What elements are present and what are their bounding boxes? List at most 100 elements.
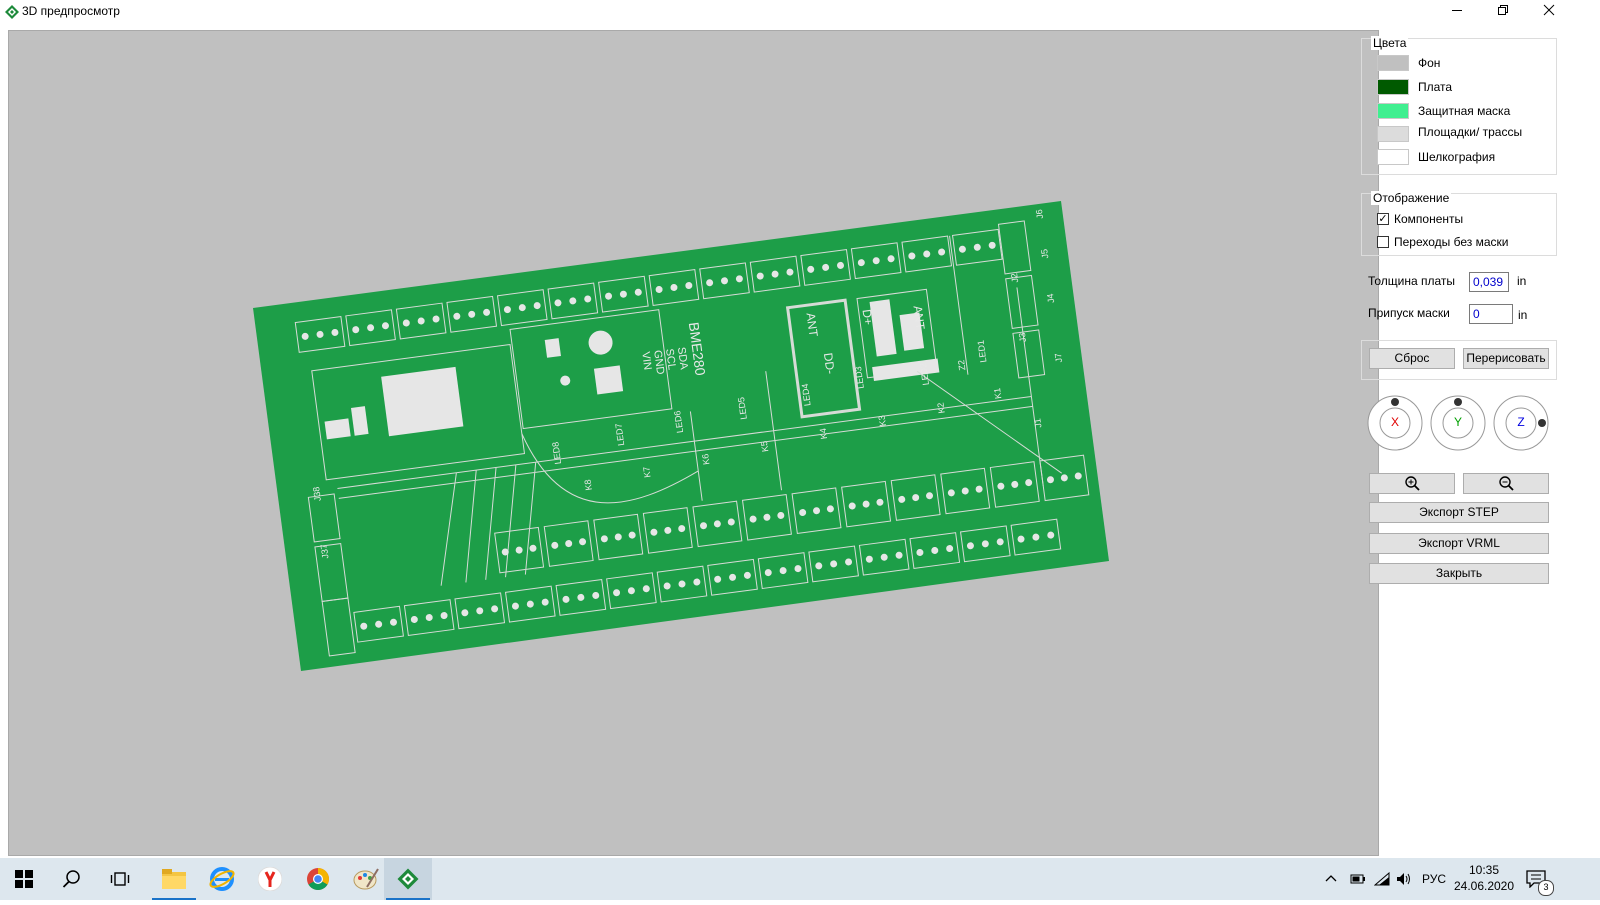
clock-date: 24.06.2020 bbox=[1453, 879, 1515, 893]
pcb-label: J2 bbox=[1009, 273, 1020, 284]
pcb-app-icon bbox=[397, 868, 419, 890]
taskbar-chrome[interactable] bbox=[294, 858, 342, 900]
task-view-icon bbox=[110, 872, 130, 886]
thickness-input[interactable]: 0,039 bbox=[1469, 272, 1509, 292]
taskbar-pcb-app[interactable] bbox=[384, 858, 432, 900]
pcb-label: J37 bbox=[319, 544, 331, 560]
swatch-board[interactable] bbox=[1377, 79, 1409, 95]
swatch-pads-traces-label: Площадки/ трассы bbox=[1418, 125, 1523, 139]
action-center-button[interactable]: 3 bbox=[1526, 858, 1554, 900]
taskbar-ie[interactable] bbox=[198, 858, 246, 900]
taskbar-yandex[interactable] bbox=[246, 858, 294, 900]
components-checkbox-label: Компоненты bbox=[1394, 212, 1464, 226]
components-checkbox[interactable]: ✓ bbox=[1377, 213, 1389, 225]
tray-volume[interactable] bbox=[1396, 858, 1414, 900]
folder-icon bbox=[162, 869, 186, 889]
pcb-label: K8 bbox=[582, 479, 593, 491]
wifi-icon bbox=[1373, 871, 1390, 886]
settings-panel: Цвета Фон Плата Защитная маска Площадки/… bbox=[1361, 23, 1600, 858]
pcb-label: D+ bbox=[860, 308, 876, 325]
pcb-label: J3 bbox=[1017, 332, 1028, 343]
search-icon bbox=[62, 870, 80, 888]
restore-icon bbox=[1498, 5, 1508, 15]
zoom-out-icon bbox=[1499, 476, 1514, 491]
colors-group: Цвета Фон Плата Защитная маска Площадки/… bbox=[1361, 36, 1557, 175]
pcb-label: K3 bbox=[877, 415, 888, 427]
reset-button[interactable]: Сброс bbox=[1369, 348, 1455, 369]
display-group: Отображение ✓ Компоненты Переходы без ма… bbox=[1361, 191, 1557, 256]
taskbar-paint[interactable] bbox=[342, 858, 390, 900]
restore-button[interactable] bbox=[1480, 0, 1526, 23]
clock[interactable]: 10:35 24.06.2020 bbox=[1449, 862, 1519, 894]
swatch-solder-mask-label: Защитная маска bbox=[1418, 104, 1511, 118]
mask-margin-input[interactable]: 0 bbox=[1469, 304, 1513, 324]
3d-viewport[interactable]: BME280 ANT ANT D+ DD- J38 J37 LED1 LED2 … bbox=[8, 30, 1379, 856]
speaker-icon bbox=[1397, 873, 1410, 885]
mcu-chip bbox=[381, 366, 464, 437]
swatch-silkscreen-label: Шелкография bbox=[1418, 150, 1496, 164]
minimize-button[interactable] bbox=[1434, 0, 1480, 23]
clock-time: 10:35 bbox=[1468, 863, 1500, 877]
taskbar: РУС 10:35 24.06.2020 3 bbox=[0, 858, 1600, 900]
pcb-label: J1 bbox=[1032, 418, 1043, 429]
chrome-icon bbox=[307, 868, 329, 890]
redraw-button[interactable]: Перерисовать bbox=[1463, 348, 1549, 369]
title-bar: 3D предпросмотр bbox=[0, 0, 1600, 23]
paint-palette-icon bbox=[353, 868, 379, 890]
close-window-button[interactable] bbox=[1526, 0, 1572, 23]
tray-network[interactable] bbox=[1373, 858, 1392, 900]
zoom-in-icon bbox=[1405, 476, 1420, 491]
pcb-label: J6 bbox=[1034, 209, 1045, 220]
export-step-button[interactable]: Экспорт STEP bbox=[1369, 502, 1549, 523]
pcb-label: VIN bbox=[639, 351, 653, 371]
swatch-silkscreen[interactable] bbox=[1377, 149, 1409, 165]
pcb-label: Z2 bbox=[956, 359, 967, 371]
rotate-z-label: Z bbox=[1517, 415, 1525, 429]
minimize-icon bbox=[1452, 10, 1462, 11]
swatch-background[interactable] bbox=[1377, 55, 1409, 71]
rotate-x-label: X bbox=[1390, 415, 1399, 429]
mask-margin-label: Припуск маски bbox=[1368, 306, 1450, 320]
close-button[interactable]: Закрыть bbox=[1369, 563, 1549, 584]
mask-margin-unit: in bbox=[1518, 308, 1528, 322]
windows-start-icon bbox=[15, 870, 33, 888]
rotate-x-control[interactable]: X bbox=[1367, 395, 1423, 451]
language-indicator[interactable]: РУС bbox=[1422, 858, 1448, 900]
task-view-button[interactable] bbox=[96, 858, 144, 900]
export-vrml-button[interactable]: Экспорт VRML bbox=[1369, 533, 1549, 554]
battery-icon bbox=[1350, 874, 1365, 884]
thickness-unit: in bbox=[1517, 274, 1527, 288]
thickness-label: Толщина платы bbox=[1368, 274, 1456, 288]
swatch-solder-mask[interactable] bbox=[1377, 103, 1409, 119]
pcb-label: J7 bbox=[1053, 352, 1064, 363]
rotate-z-control[interactable]: Z bbox=[1493, 395, 1549, 451]
internet-explorer-icon bbox=[209, 867, 235, 891]
rotate-y-label: Y bbox=[1453, 415, 1462, 429]
swatch-pads-traces[interactable] bbox=[1377, 126, 1409, 142]
pcb-label: J38 bbox=[311, 486, 323, 502]
taskbar-explorer[interactable] bbox=[150, 858, 198, 900]
zoom-in-button[interactable] bbox=[1369, 473, 1455, 494]
pcb-label: DD- bbox=[821, 352, 838, 375]
tray-battery[interactable] bbox=[1350, 858, 1368, 900]
zoom-out-button[interactable] bbox=[1463, 473, 1549, 494]
swatch-background-label: Фон bbox=[1418, 56, 1441, 70]
yandex-browser-icon bbox=[258, 867, 282, 891]
vias-no-mask-checkbox[interactable] bbox=[1377, 236, 1389, 248]
pcb-label: K4 bbox=[818, 428, 829, 440]
chevron-up-icon bbox=[1325, 875, 1337, 882]
close-icon bbox=[1543, 4, 1555, 16]
swatch-board-label: Плата bbox=[1418, 80, 1453, 94]
start-button[interactable] bbox=[0, 858, 48, 900]
notification-count-badge: 3 bbox=[1538, 880, 1554, 896]
pcb-label: K1 bbox=[992, 387, 1003, 399]
pcb-label: K6 bbox=[700, 453, 711, 465]
tray-overflow-button[interactable] bbox=[1325, 858, 1341, 900]
colors-group-title: Цвета bbox=[1371, 36, 1409, 50]
window-title: 3D предпросмотр bbox=[22, 4, 120, 18]
pcb-label: J5 bbox=[1039, 248, 1050, 259]
pcb-label: K7 bbox=[641, 466, 652, 478]
rotate-y-control[interactable]: Y bbox=[1430, 395, 1486, 451]
pcb-board-render: BME280 ANT ANT D+ DD- J38 J37 LED1 LED2 … bbox=[253, 201, 1109, 671]
search-button[interactable] bbox=[48, 858, 96, 900]
